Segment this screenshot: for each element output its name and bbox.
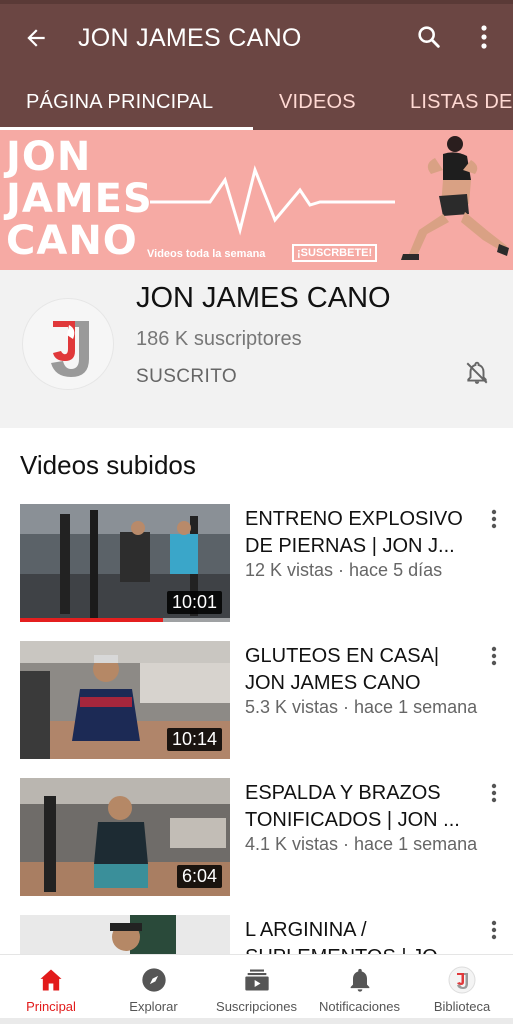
nav-suscripciones[interactable]: Suscripciones (205, 955, 308, 1024)
status-strip (0, 0, 513, 4)
watch-progress-fill (20, 618, 163, 622)
banner-name-line-1: JON (6, 134, 92, 180)
watch-progress-bar (20, 618, 230, 622)
video-thumbnail[interactable] (20, 915, 230, 954)
channel-avatar[interactable] (22, 298, 114, 390)
channel-header: JON JAMES CANO 186 K suscriptores SUSCRI… (0, 270, 513, 428)
arrow-back-icon (27, 29, 45, 47)
more-vert-icon (491, 509, 497, 529)
more-vert-icon (491, 783, 497, 803)
video-duration: 6:04 (176, 865, 222, 888)
nav-explorar[interactable]: Explorar (102, 955, 205, 1024)
video-more-button[interactable] (484, 780, 504, 806)
search-button[interactable] (410, 18, 448, 56)
nav-label: Principal (26, 998, 76, 1014)
gym-thumbnail-image (20, 915, 230, 954)
channel-tabs: PÁGINA PRINCIPAL VIDEOS LISTAS DE (0, 74, 513, 130)
tab-listas[interactable]: LISTAS DE (410, 74, 513, 130)
nav-label: Biblioteca (433, 998, 491, 1014)
notification-bell-button[interactable] (460, 356, 494, 390)
video-title-line-1: GLUTEOS EN CASA| (245, 645, 440, 667)
video-title-line-2: DE PIERNAS | JON J... (245, 535, 455, 557)
video-meta: 12 K vistas · hace 5 días (245, 560, 443, 580)
video-item[interactable]: 10:01 ENTRENO EXPLOSIVO DE PIERNAS | JON… (0, 504, 513, 622)
bell-icon (345, 965, 375, 995)
more-vert-icon (491, 646, 497, 666)
video-more-button[interactable] (484, 506, 504, 532)
athlete-figure-image (401, 136, 509, 260)
video-duration: 10:01 (166, 591, 222, 614)
library-avatar-icon (447, 965, 477, 995)
channel-logo-icon (51, 321, 89, 377)
bottom-navigation: Principal Explorar Suscripciones Notific… (0, 954, 513, 1024)
banner-subscribe-badge: ¡SUSCRBETE! (292, 244, 378, 262)
video-title-line-2: TONIFICADOS | JON ... (245, 809, 460, 831)
video-title[interactable]: ENTRENO EXPLOSIVO DE PIERNAS | JON J... (245, 506, 481, 560)
more-vert-icon (481, 25, 487, 49)
subscriber-count: 186 K suscriptores (136, 328, 302, 350)
nav-label: Notificaciones (319, 998, 400, 1014)
nav-principal[interactable]: Principal (0, 955, 102, 1024)
back-button[interactable] (18, 20, 54, 56)
home-icon (36, 965, 66, 995)
system-gesture-bar (0, 1018, 513, 1024)
video-thumbnail[interactable]: 10:01 (20, 504, 230, 622)
app-bar-title: JON JAMES CANO (78, 24, 302, 52)
section-title-uploads: Videos subidos (20, 450, 196, 480)
video-title-line-1: ESPALDA Y BRAZOS (245, 782, 441, 804)
more-vert-icon (491, 920, 497, 940)
video-more-button[interactable] (484, 917, 504, 943)
compass-icon (139, 965, 169, 995)
video-title[interactable]: ESPALDA Y BRAZOS TONIFICADOS | JON ... (245, 780, 481, 834)
video-title[interactable]: L ARGININA / SUPLEMENTOS | JO... (245, 917, 481, 954)
video-meta: 5.3 K vistas · hace 1 semana (245, 697, 478, 717)
subscriptions-icon (242, 965, 272, 995)
video-meta: 4.1 K vistas · hace 1 semana (245, 834, 478, 854)
video-item[interactable]: 6:04 ESPALDA Y BRAZOS TONIFICADOS | JON … (0, 778, 513, 896)
tab-videos[interactable]: VIDEOS (279, 74, 356, 130)
video-item[interactable]: 10:14 GLUTEOS EN CASA| JON JAMES CANO 5.… (0, 641, 513, 759)
video-duration: 10:14 (166, 728, 222, 751)
video-thumbnail[interactable]: 6:04 (20, 778, 230, 896)
app-bar: JON JAMES CANO PÁGINA PRINCIPAL VIDEOS L… (0, 0, 513, 130)
video-title-line-2: JON JAMES CANO (245, 672, 421, 694)
more-options-button[interactable] (466, 18, 502, 56)
video-title[interactable]: GLUTEOS EN CASA| JON JAMES CANO (245, 643, 481, 697)
nav-label: Explorar (129, 998, 178, 1014)
video-item[interactable]: L ARGININA / SUPLEMENTOS | JO... (0, 915, 513, 954)
subscribed-button[interactable]: SUSCRITO (136, 366, 237, 388)
nav-biblioteca[interactable]: Biblioteca (411, 955, 513, 1024)
banner-channel-name: JON JAMES CANO (6, 136, 153, 262)
banner-name-line-2: JAMES (6, 176, 153, 222)
video-more-button[interactable] (484, 643, 504, 669)
video-title-line-2: SUPLEMENTOS | JO... (245, 944, 481, 954)
tab-pagina-principal[interactable]: PÁGINA PRINCIPAL (26, 74, 213, 130)
banner-name-line-3: CANO (6, 218, 138, 264)
channel-name: JON JAMES CANO (136, 282, 391, 314)
video-title-line-1: L ARGININA / (245, 919, 367, 941)
nav-notificaciones[interactable]: Notificaciones (308, 955, 411, 1024)
video-title-line-1: ENTRENO EXPLOSIVO (245, 508, 463, 530)
banner-tagline: Videos toda la semana (147, 248, 266, 260)
channel-banner: JON JAMES CANO Videos toda la semana ¡SU… (0, 130, 513, 270)
video-thumbnail[interactable]: 10:14 (20, 641, 230, 759)
nav-label: Suscripciones (216, 998, 297, 1014)
search-icon (418, 26, 440, 48)
bell-off-icon (466, 361, 488, 384)
